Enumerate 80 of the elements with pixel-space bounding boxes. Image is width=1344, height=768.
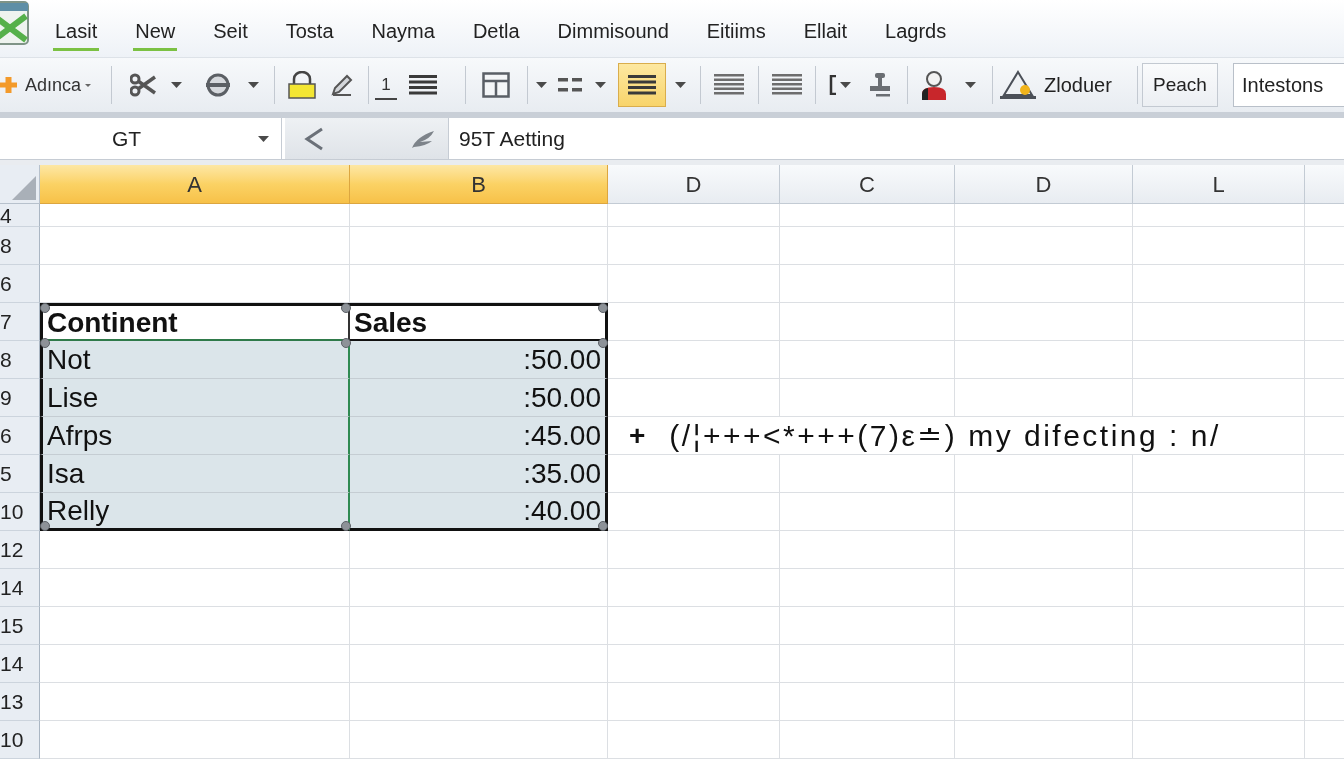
- caret-icon: [248, 82, 259, 88]
- column-header[interactable]: B: [350, 165, 608, 204]
- table-cell: Sales: [350, 303, 608, 341]
- lines-icon: [409, 75, 437, 95]
- bracket-icon: [829, 75, 837, 95]
- plus-icon: [0, 76, 17, 94]
- row-header[interactable]: 10: [0, 721, 40, 759]
- scissors-icon: [130, 73, 156, 97]
- search-field[interactable]: Intestons: [1233, 63, 1344, 107]
- dashes-icon: [558, 78, 582, 92]
- row-header[interactable]: 4: [0, 204, 40, 227]
- row-header[interactable]: 9: [0, 379, 40, 417]
- peach-button[interactable]: Peach: [1142, 63, 1218, 107]
- row-header[interactable]: 8: [0, 341, 40, 379]
- table-cell: :50.00: [350, 379, 608, 417]
- column-header[interactable]: C: [780, 165, 955, 204]
- chevron-left-icon: [304, 126, 324, 151]
- caret-icon: [965, 82, 976, 88]
- table-cell: :40.00: [350, 493, 608, 531]
- caret-icon: [595, 82, 606, 88]
- triangle-button[interactable]: Zloduer: [998, 65, 1126, 105]
- row-header[interactable]: 5: [0, 455, 40, 493]
- menu-item[interactable]: New: [133, 17, 178, 51]
- triangle-icon: [998, 70, 1038, 100]
- stamp-icon: [868, 72, 892, 98]
- caret-icon: [840, 82, 851, 88]
- cell-text: +: [629, 419, 646, 452]
- cell-text: (/¦+++<*+++(7)ε≐) my difecting : n/: [669, 418, 1221, 453]
- row-header[interactable]: 6: [0, 265, 40, 303]
- table-cell: Continent: [40, 303, 350, 341]
- table-cell: Lise: [40, 379, 350, 417]
- row-header[interactable]: 6: [0, 417, 40, 455]
- menu-item[interactable]: Detla: [470, 17, 522, 51]
- menu-item[interactable]: Ellait: [801, 17, 849, 51]
- row-header[interactable]: 14: [0, 569, 40, 607]
- caret-icon: [258, 135, 269, 142]
- caret-icon: [85, 83, 92, 87]
- handle-icon[interactable]: [40, 303, 50, 313]
- table-cell: Relly: [40, 493, 350, 531]
- user-icon: [920, 70, 948, 100]
- menu-item[interactable]: Eitiims: [704, 17, 768, 51]
- row-header[interactable]: 15: [0, 607, 40, 645]
- spreadsheet-app-icon: [0, 0, 30, 46]
- caret-icon: [674, 82, 686, 88]
- table-cell: Isa: [40, 455, 350, 493]
- table-cell: Afrps: [40, 417, 350, 455]
- column-header[interactable]: A: [40, 165, 350, 204]
- menu-item[interactable]: Lagrds: [883, 17, 949, 51]
- table-cell: Not: [40, 341, 350, 379]
- lines-icon: [628, 75, 656, 95]
- row-header[interactable]: 7: [0, 303, 40, 341]
- pencil-icon: [331, 74, 353, 96]
- column-header[interactable]: D: [955, 165, 1133, 204]
- lines-icon: [772, 74, 802, 96]
- row-header[interactable]: 10: [0, 493, 40, 531]
- row-header[interactable]: 12: [0, 531, 40, 569]
- row-header[interactable]: 13: [0, 683, 40, 721]
- menu-item[interactable]: Dimmisound: [555, 17, 671, 51]
- handle-icon[interactable]: [40, 338, 50, 348]
- lines-icon: [714, 74, 744, 96]
- table-cell: :50.00: [350, 341, 608, 379]
- caret-icon: [535, 82, 547, 88]
- table-icon: [482, 72, 510, 98]
- numbered-button[interactable]: 1: [375, 70, 397, 100]
- padlock-icon: [287, 71, 317, 99]
- menu-item[interactable]: Nayma: [369, 17, 437, 51]
- column-header[interactable]: L: [1133, 165, 1305, 204]
- menu-item[interactable]: Lasit: [53, 17, 100, 51]
- table-cell: :45.00: [350, 417, 608, 455]
- lines-button[interactable]: [618, 63, 666, 107]
- table-cell: :35.00: [350, 455, 608, 493]
- column-header[interactable]: D: [608, 165, 780, 204]
- quill-icon: [410, 128, 436, 149]
- menu-item[interactable]: Seit: [211, 17, 250, 51]
- circle-strike-icon: [205, 72, 231, 98]
- menu-item[interactable]: Tosta: [283, 17, 336, 51]
- row-header[interactable]: 8: [0, 227, 40, 265]
- caret-icon: [171, 82, 182, 88]
- add-button[interactable]: Adınca: [0, 65, 100, 105]
- row-header[interactable]: 14: [0, 645, 40, 683]
